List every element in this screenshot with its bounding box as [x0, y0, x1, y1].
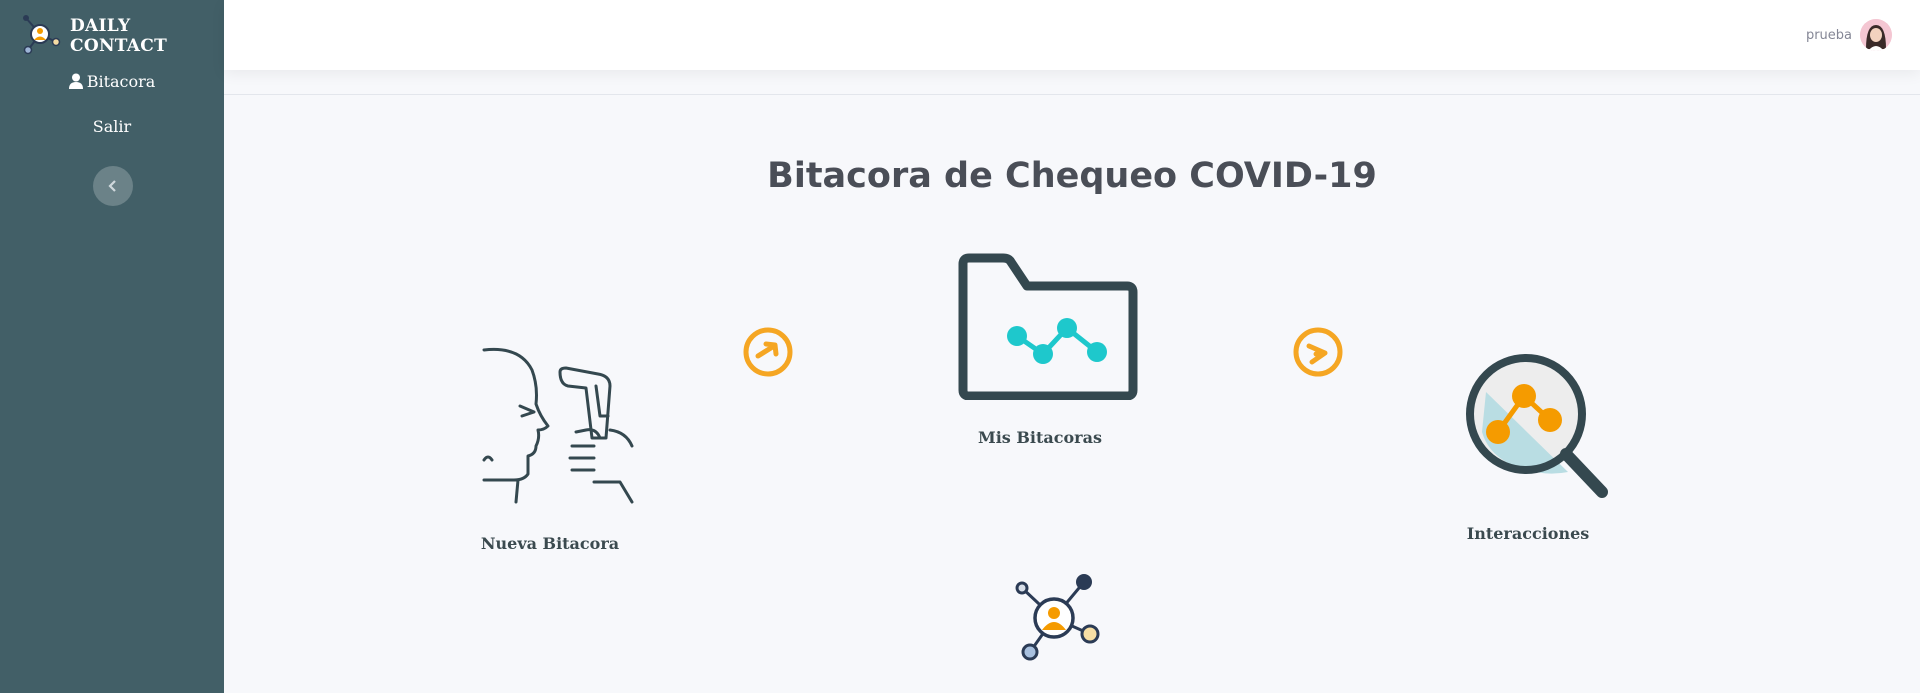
card-interacciones[interactable]: Interacciones	[1440, 352, 1616, 543]
sidebar-item-salir[interactable]: Salir	[0, 117, 224, 136]
sidebar-item-label: Bitacora	[86, 72, 156, 91]
folder-chart-icon	[954, 252, 1140, 404]
card-label: Interacciones	[1466, 524, 1590, 543]
sidebar-toggle-button[interactable]	[93, 166, 133, 206]
magnifier-chart-icon	[1456, 352, 1616, 506]
brand-logo-icon	[18, 12, 64, 60]
page-title: Bitacora de Chequeo COVID-19	[767, 156, 1377, 196]
user-icon	[68, 73, 83, 93]
thermometer-check-icon	[470, 342, 640, 514]
user-name: prueba	[1805, 27, 1852, 43]
avatar	[1860, 19, 1892, 51]
network-person-icon	[1008, 570, 1104, 670]
user-menu[interactable]: prueba	[1806, 19, 1892, 51]
brand[interactable]: DAILY CONTACT	[18, 12, 224, 60]
sidebar: DAILY CONTACT Bitacora Salir	[0, 0, 224, 693]
chevron-left-icon	[108, 177, 118, 196]
card-label: Nueva Bitacora	[480, 534, 620, 553]
sidebar-item-bitacora[interactable]: Bitacora	[0, 72, 224, 93]
topbar: prueba	[224, 0, 1920, 70]
sidebar-item-label: Salir	[92, 117, 132, 136]
arrow-right-circle-icon	[742, 326, 794, 382]
card-mis-bitacoras[interactable]: Mis Bitacoras	[940, 252, 1140, 447]
card-nueva-bitacora[interactable]: Nueva Bitacora	[460, 342, 640, 553]
divider	[224, 94, 1920, 95]
card-label: Mis Bitacoras	[978, 428, 1102, 447]
arrow-right-circle-icon	[1292, 326, 1344, 382]
brand-name: DAILY CONTACT	[70, 16, 168, 56]
